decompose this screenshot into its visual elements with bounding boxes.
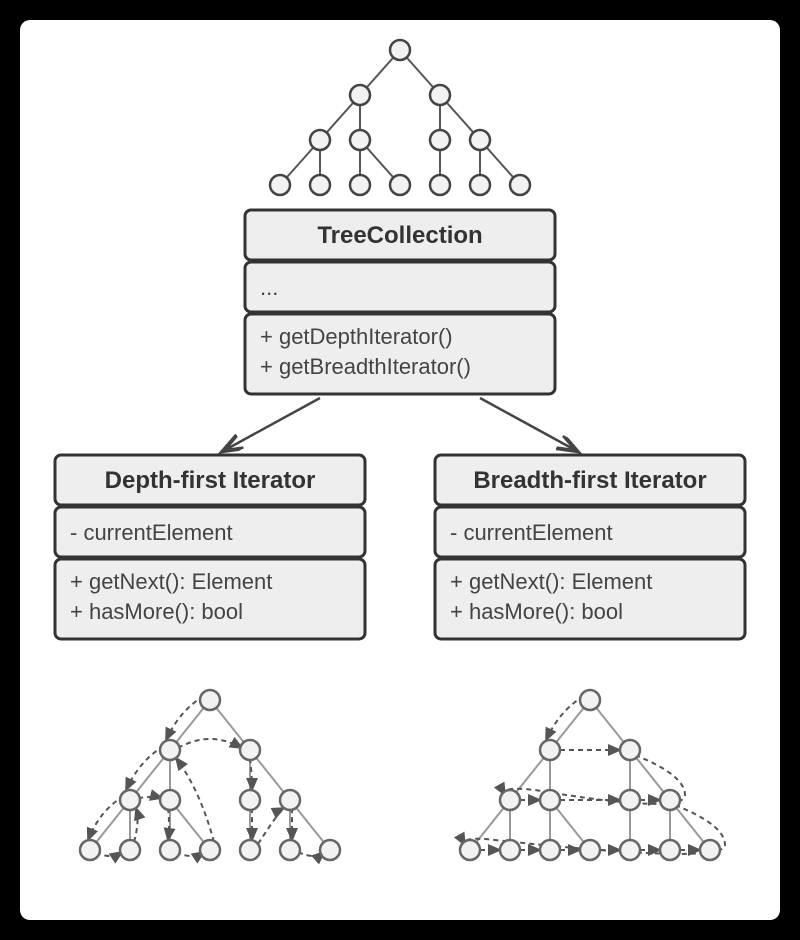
uml-tree-collection: TreeCollection ... + getDepthIterator() … [245, 210, 555, 394]
uml-method: + getNext(): Element [450, 569, 652, 594]
uml-attrs: - currentElement [450, 520, 613, 545]
uml-method: + getDepthIterator() [260, 324, 453, 349]
uml-method: + hasMore(): bool [450, 599, 623, 624]
uml-title: Depth-first Iterator [105, 467, 316, 494]
uml-depth-iterator: Depth-first Iterator - currentElement + … [55, 455, 365, 639]
diagram-canvas: TreeCollection ... + getDepthIterator() … [0, 0, 800, 940]
uml-attrs: ... [260, 275, 278, 300]
uml-method: + getBreadthIterator() [260, 354, 471, 379]
uml-breadth-iterator: Breadth-first Iterator - currentElement … [435, 455, 745, 639]
uml-attrs: - currentElement [70, 520, 233, 545]
uml-title: TreeCollection [317, 222, 482, 249]
uml-method: + getNext(): Element [70, 569, 272, 594]
uml-title: Breadth-first Iterator [473, 467, 706, 494]
uml-method: + hasMore(): bool [70, 599, 243, 624]
